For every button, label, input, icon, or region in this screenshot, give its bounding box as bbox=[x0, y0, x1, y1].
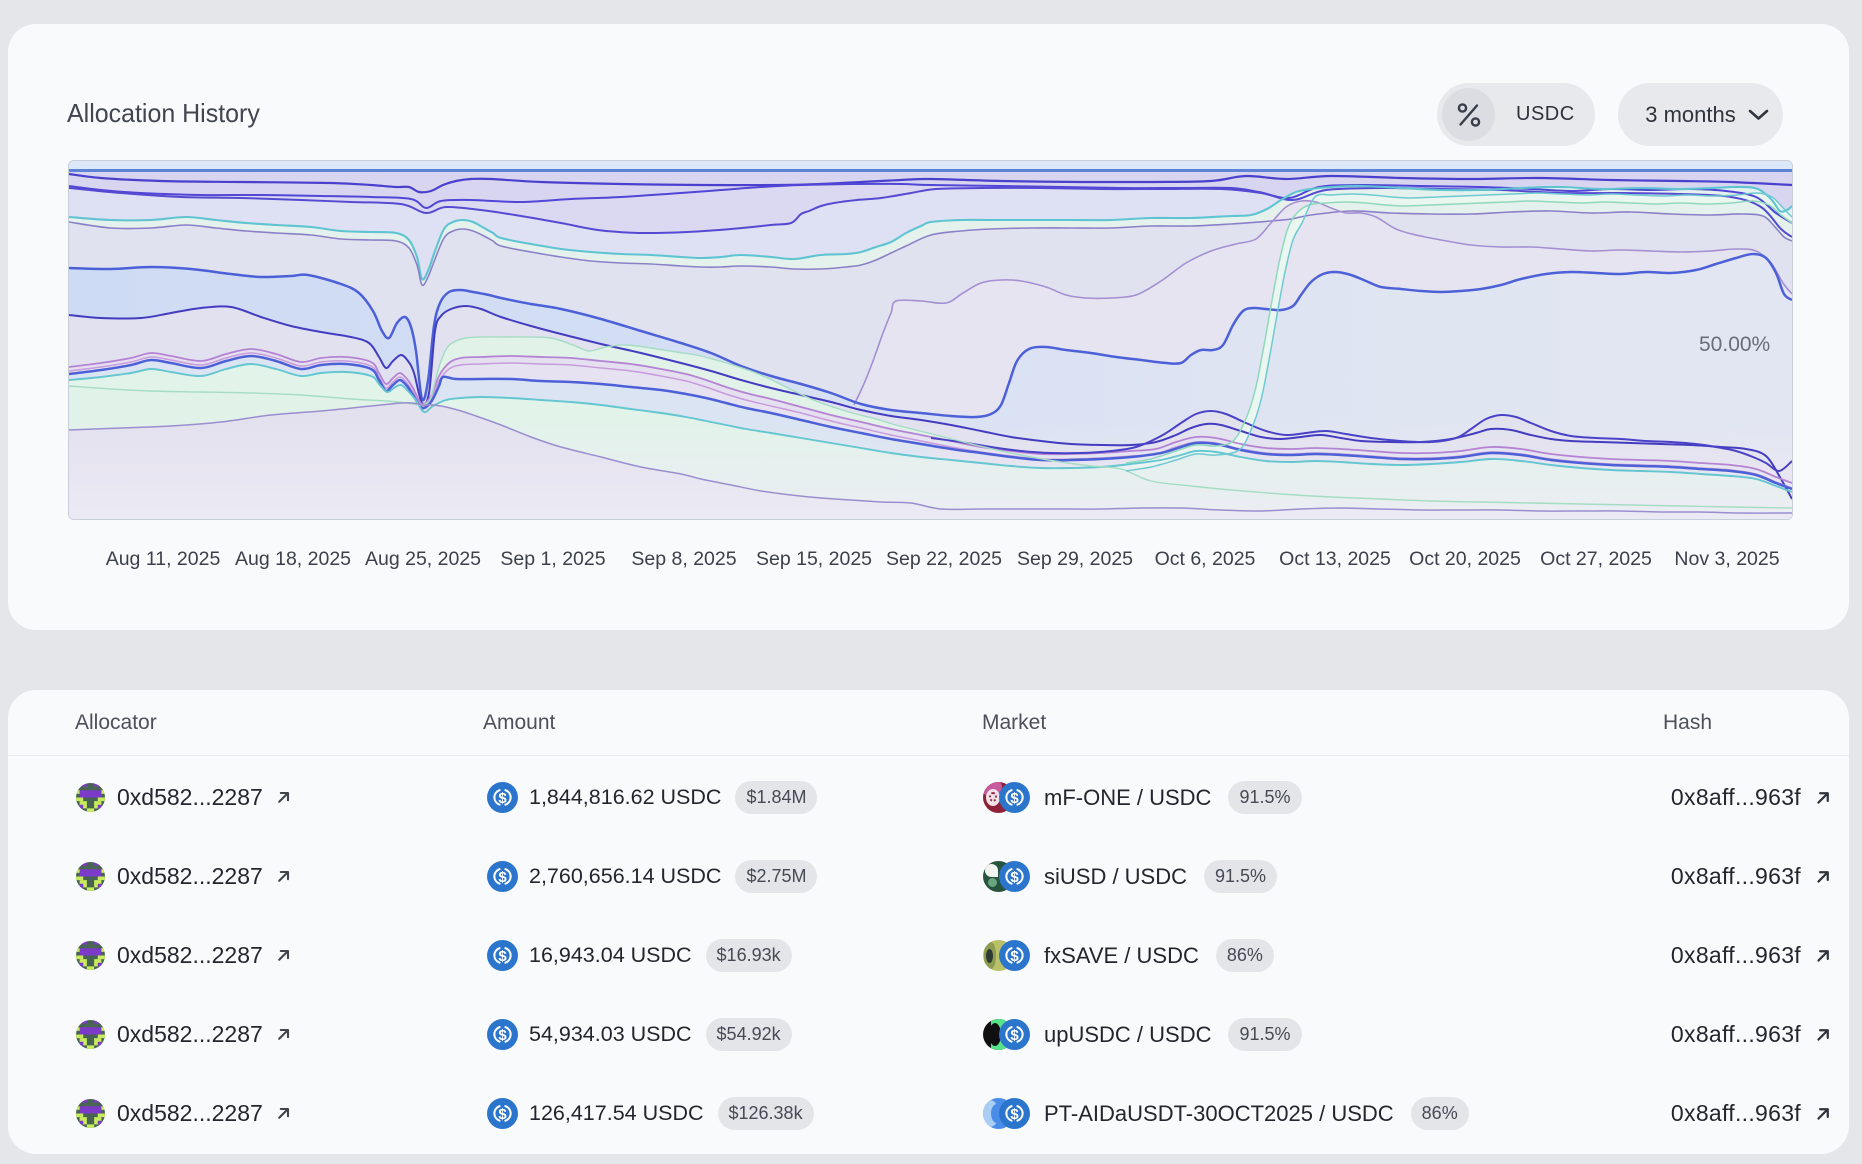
svg-text:$: $ bbox=[1010, 790, 1019, 807]
svg-text:$: $ bbox=[498, 869, 507, 886]
svg-text:$: $ bbox=[1010, 869, 1019, 886]
svg-text:$: $ bbox=[1010, 1106, 1019, 1123]
svg-text:$: $ bbox=[498, 790, 507, 807]
svg-text:$: $ bbox=[498, 1027, 507, 1044]
svg-text:$: $ bbox=[498, 1106, 507, 1123]
svg-text:$: $ bbox=[1010, 1027, 1019, 1044]
svg-text:$: $ bbox=[1010, 948, 1019, 965]
svg-text:$: $ bbox=[498, 948, 507, 965]
